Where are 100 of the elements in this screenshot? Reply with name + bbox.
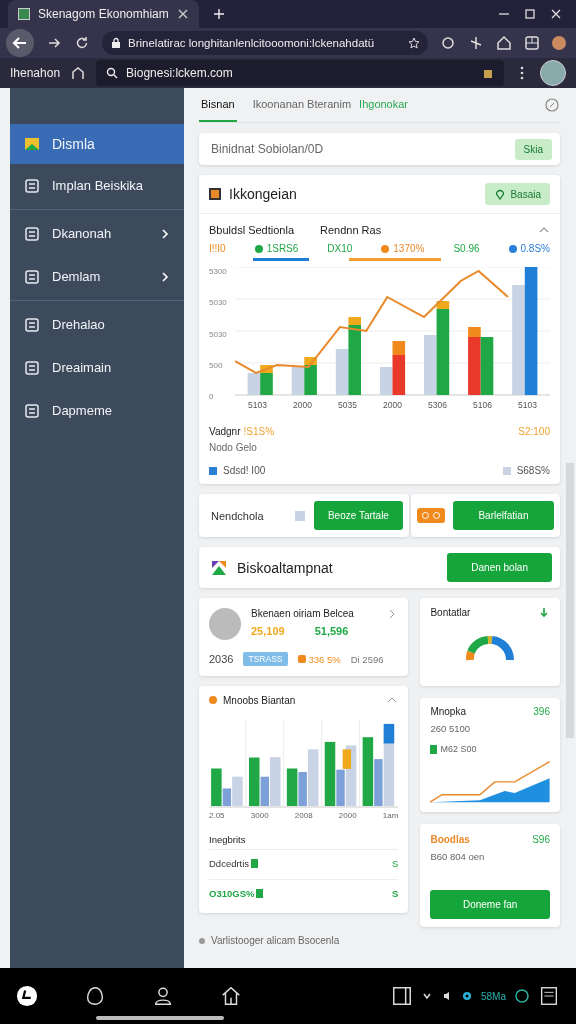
- legend-label: M62 S00: [440, 744, 477, 754]
- stat-value: 25,109: [251, 625, 285, 637]
- card-subtitle: 260 5100: [430, 723, 472, 734]
- bar-segment: [304, 357, 317, 365]
- axis-label: 5106: [473, 400, 492, 410]
- stat-value: DX10: [327, 243, 353, 254]
- summary-value: !S1S%: [243, 426, 275, 437]
- summary-value: S2:100: [518, 426, 550, 437]
- arrow-icon: [538, 606, 550, 618]
- underline-bar: [253, 258, 309, 261]
- grid-icon: [293, 509, 306, 522]
- menu-icon: [24, 268, 40, 285]
- bar: [260, 373, 273, 395]
- avatar-icon[interactable]: [552, 36, 566, 50]
- avatar-icon[interactable]: [540, 60, 566, 86]
- address-bar[interactable]: Brinelatirac longhitanlenlcitooomoni:lckenahdatü: [102, 31, 428, 55]
- axis-label: 2000: [338, 811, 357, 820]
- tab[interactable]: Bisnan: [199, 88, 237, 122]
- bar-segment: [342, 749, 352, 769]
- location-button[interactable]: Basaia: [485, 183, 550, 205]
- axis-label: 1am: [382, 811, 399, 820]
- tab[interactable]: Ikoonanan Bteranim: [250, 88, 354, 122]
- sidebar-item[interactable]: Drehalao: [10, 303, 184, 346]
- bar-segment: [392, 341, 406, 355]
- card-subtitle: B60 804 oen: [430, 851, 486, 862]
- gear-icon[interactable]: [461, 990, 473, 1002]
- bar: [286, 768, 298, 807]
- stat-value: S0.96: [453, 243, 480, 254]
- refresh-icon[interactable]: [514, 988, 530, 1004]
- reload-icon[interactable]: [74, 35, 90, 51]
- sidebar-item[interactable]: Dkanonah: [10, 212, 184, 255]
- axis-label: 5035: [338, 400, 357, 410]
- bar-segment: [468, 327, 481, 337]
- axis-label: 5030: [209, 329, 228, 339]
- star-icon[interactable]: [408, 37, 420, 49]
- launcher-icon[interactable]: [16, 985, 38, 1007]
- axis-label: 5030: [209, 298, 228, 308]
- profile-name: Bkenaen oiriam Belcea: [251, 608, 355, 619]
- bar: [247, 373, 261, 395]
- panel-icon[interactable]: [524, 35, 540, 51]
- stat-value: Di 2596: [350, 653, 384, 665]
- card-title: Boodlas: [430, 834, 470, 845]
- sidebar-item[interactable]: Dismla: [10, 124, 184, 164]
- puzzle-icon[interactable]: [482, 67, 494, 79]
- stat-value: 1SRS6: [266, 243, 299, 254]
- bar: [379, 367, 393, 395]
- home-icon[interactable]: [70, 65, 87, 81]
- close-window-icon[interactable]: [550, 8, 562, 20]
- sidebar-item[interactable]: Implan Beiskika: [10, 164, 184, 207]
- bookmark-label[interactable]: Ihenahon: [10, 66, 61, 80]
- chevron-icon: [160, 270, 170, 283]
- bar-segment: [383, 723, 395, 744]
- axis-label: 0: [209, 392, 215, 401]
- search-icon: [106, 67, 119, 79]
- sidebar-item[interactable]: Dreaimain: [10, 346, 184, 389]
- close-icon[interactable]: [176, 8, 189, 20]
- stat-value: 51,596: [314, 625, 349, 637]
- back-icon[interactable]: [6, 29, 34, 57]
- person-icon[interactable]: [152, 985, 174, 1007]
- search-button[interactable]: Skia: [514, 138, 552, 160]
- extension-icon[interactable]: [440, 35, 456, 51]
- browser-tab-title: Skenagom Ekonomhiam: [38, 7, 169, 21]
- year-label: 2036: [209, 653, 234, 665]
- home-icon[interactable]: [220, 985, 242, 1007]
- footer-text: Varlistooger alicam Bsocenla: [211, 935, 340, 946]
- search-field[interactable]: Biognesi:lckem.com: [96, 60, 504, 86]
- toggle-icon[interactable]: [416, 508, 445, 523]
- stat-value: S96: [532, 834, 550, 845]
- action-label: Nendchola: [211, 509, 265, 522]
- bar-segment: [260, 365, 273, 373]
- section-title: Biskoaltampnat: [237, 559, 333, 576]
- badge-icon: [209, 696, 217, 704]
- legend-label: Sdsd! I00: [223, 465, 266, 476]
- square-icon: [297, 655, 306, 663]
- list-row[interactable]: Ddcedrtis S: [209, 849, 399, 875]
- bar: [468, 337, 481, 395]
- window-icon[interactable]: [391, 985, 413, 1007]
- bar: [304, 365, 317, 395]
- maximize-icon[interactable]: [524, 8, 536, 20]
- notes-icon[interactable]: [538, 985, 560, 1007]
- tag: TSRASS: [243, 652, 288, 666]
- sidebar-item[interactable]: Dapmeme: [10, 389, 184, 432]
- search-bar[interactable]: Binidnat Sobiolan/0D Skia: [199, 133, 560, 165]
- stat-value: 1370%: [393, 243, 425, 254]
- settings-icon[interactable]: [544, 97, 560, 113]
- lock-icon: [110, 37, 122, 49]
- menu-icon: [24, 316, 40, 333]
- scrollbar[interactable]: [566, 463, 574, 738]
- browser-tab[interactable]: Skenagom Ekonomhiam: [8, 0, 199, 28]
- house-icon[interactable]: [496, 35, 512, 51]
- bar-segment: [436, 301, 450, 309]
- search-field[interactable]: Binidnat Sobiolan/0D: [209, 141, 515, 157]
- axis-label: 2008: [294, 811, 313, 820]
- avatar-icon: [209, 608, 241, 640]
- summary-note: Nodo Gelo: [209, 442, 258, 453]
- sidebar-item[interactable]: Demlam: [10, 255, 184, 298]
- axis-label: 3000: [250, 811, 269, 820]
- menu-icon: [24, 136, 40, 152]
- axis-label: 2000: [383, 400, 402, 410]
- new-tab-icon[interactable]: [212, 8, 225, 20]
